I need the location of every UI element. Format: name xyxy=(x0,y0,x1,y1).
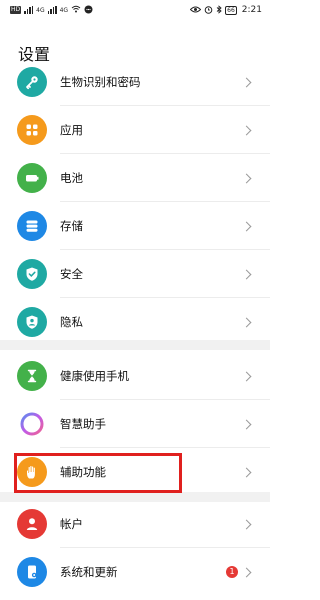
settings-item-biometrics[interactable]: 生物识别和密码 xyxy=(0,58,270,106)
chevron-right-icon xyxy=(241,173,252,183)
clock: 2:21 xyxy=(241,5,262,15)
settings-section-1: 生物识别和密码 应用 电池 存储 安全 隐私 xyxy=(0,58,270,346)
settings-item-label: 智慧助手 xyxy=(60,417,106,431)
settings-item-label: 应用 xyxy=(60,123,83,137)
bluetooth-icon xyxy=(216,4,222,16)
chevron-right-icon xyxy=(241,221,252,231)
settings-item-smart-assistant[interactable]: 智慧助手 xyxy=(0,400,270,448)
chevron-right-icon xyxy=(241,77,252,87)
settings-item-system-update[interactable]: 系统和更新 1 xyxy=(0,548,270,596)
network-type-indicator-2: 4G xyxy=(59,6,69,14)
settings-item-digital-balance[interactable]: 健康使用手机 xyxy=(0,352,270,400)
chevron-right-icon xyxy=(241,519,252,529)
settings-item-account[interactable]: 帐户 xyxy=(0,500,270,548)
settings-item-apps[interactable]: 应用 xyxy=(0,106,270,154)
settings-item-label: 隐私 xyxy=(60,315,83,329)
section-separator xyxy=(0,340,270,350)
settings-item-battery[interactable]: 电池 xyxy=(0,154,270,202)
assistant-ring-icon xyxy=(17,409,47,439)
settings-item-label: 帐户 xyxy=(60,517,83,531)
chevron-right-icon xyxy=(241,371,252,381)
settings-section-2: 健康使用手机 智慧助手 辅助功能 xyxy=(0,352,270,496)
chevron-right-icon xyxy=(241,419,252,429)
hand-icon xyxy=(17,457,47,487)
hd-indicator: HD xyxy=(10,6,22,14)
wifi-icon xyxy=(71,5,81,15)
key-icon xyxy=(17,67,47,97)
settings-item-label: 系统和更新 xyxy=(60,565,118,579)
system-update-icon xyxy=(17,557,47,587)
settings-item-privacy[interactable]: 隐私 xyxy=(0,298,270,346)
hourglass-icon xyxy=(17,361,47,391)
settings-item-accessibility[interactable]: 辅助功能 xyxy=(0,448,270,496)
battery-icon xyxy=(17,163,47,193)
chevron-right-icon xyxy=(241,269,252,279)
settings-item-label: 安全 xyxy=(60,267,83,281)
battery-indicator: 66 xyxy=(225,5,237,15)
notification-badge: 1 xyxy=(226,566,238,578)
settings-item-label: 存储 xyxy=(60,219,83,233)
settings-section-3: 帐户 系统和更新 1 xyxy=(0,500,270,596)
settings-item-label: 生物识别和密码 xyxy=(60,75,141,89)
storage-icon xyxy=(17,211,47,241)
account-icon xyxy=(17,509,47,539)
chevron-right-icon xyxy=(241,467,252,477)
apps-grid-icon xyxy=(17,115,47,145)
chevron-right-icon xyxy=(241,317,252,327)
status-bar: HD 4G 4G 66 2:21 xyxy=(0,0,270,20)
alarm-icon xyxy=(204,5,213,16)
signal-icon xyxy=(24,6,34,14)
network-type-indicator: 4G xyxy=(36,6,45,14)
settings-item-label: 电池 xyxy=(60,171,83,185)
settings-item-label: 辅助功能 xyxy=(60,465,106,479)
chat-icon xyxy=(84,5,93,16)
chevron-right-icon xyxy=(241,125,252,135)
signal-icon-2 xyxy=(47,6,57,14)
eye-comfort-icon xyxy=(189,6,202,15)
settings-item-security[interactable]: 安全 xyxy=(0,250,270,298)
settings-item-storage[interactable]: 存储 xyxy=(0,202,270,250)
chevron-right-icon xyxy=(241,567,252,577)
shield-check-icon xyxy=(17,259,47,289)
settings-item-label: 健康使用手机 xyxy=(60,369,129,383)
privacy-shield-icon xyxy=(17,307,47,337)
